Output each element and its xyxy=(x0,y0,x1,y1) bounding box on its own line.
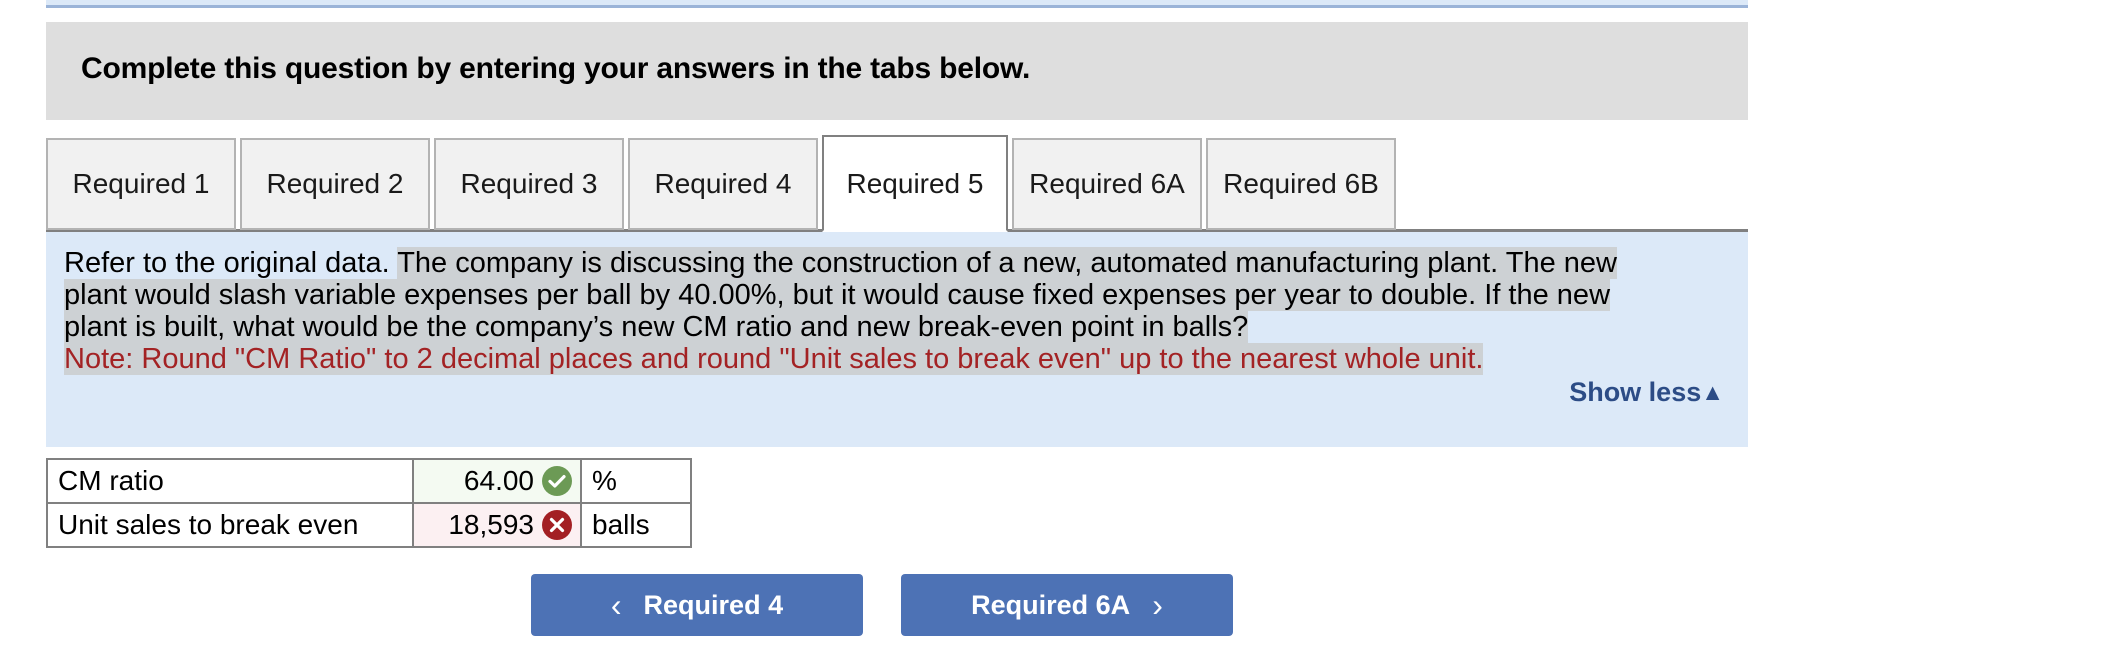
answer-value-text: 64.00 xyxy=(463,465,534,496)
tab-required-1[interactable]: Required 1 xyxy=(46,138,236,230)
next-required-button[interactable]: Required 6A › xyxy=(901,574,1233,636)
chevron-right-icon: › xyxy=(1152,587,1163,623)
question-line-2: plant would slash variable expenses per … xyxy=(64,279,1730,311)
tab-required-6b[interactable]: Required 6B xyxy=(1206,138,1396,230)
answer-unit-cm-ratio: % xyxy=(580,458,692,504)
answer-label-unit-sales: Unit sales to break even xyxy=(46,502,414,548)
check-circle-icon xyxy=(542,466,572,496)
tab-label: Required 4 xyxy=(654,168,792,199)
instruction-text: Complete this question by entering your … xyxy=(81,52,1031,85)
previous-required-label: Required 4 xyxy=(643,589,784,620)
tab-required-3[interactable]: Required 3 xyxy=(434,138,624,230)
question-line-3: plant is built, what would be the compan… xyxy=(64,311,1730,343)
tab-label: Required 5 xyxy=(846,167,984,199)
question-text-block: Refer to the original data. The company … xyxy=(64,247,1730,375)
tab-label: Required 6A xyxy=(1029,168,1185,199)
tab-label: Required 3 xyxy=(460,168,598,199)
tab-label: Required 2 xyxy=(266,168,404,199)
question-panel: Refer to the original data. The company … xyxy=(46,232,1748,447)
answer-unit-unit-sales: balls xyxy=(580,502,692,548)
tab-required-6a[interactable]: Required 6A xyxy=(1012,138,1202,230)
chevron-left-icon: ‹ xyxy=(610,587,622,623)
previous-required-button[interactable]: ‹ Required 4 xyxy=(531,574,863,636)
table-row: CM ratio 64.00 % xyxy=(46,458,692,504)
answer-label-cm-ratio: CM ratio xyxy=(46,458,414,504)
question-line-1: Refer to the original data. The company … xyxy=(64,247,1730,279)
x-circle-icon xyxy=(542,510,572,540)
question-line-3-highlight: plant is built, what would be the compan… xyxy=(64,311,1249,343)
question-line-2-highlight: plant would slash variable expenses per … xyxy=(64,279,1611,311)
show-less-label: Show less xyxy=(1569,377,1702,407)
question-note: Note: Round "CM Ratio" to 2 decimal plac… xyxy=(64,343,1730,375)
answer-value-cm-ratio[interactable]: 64.00 xyxy=(412,458,582,504)
question-line-1-plain: Refer to the original data. xyxy=(64,247,398,279)
question-note-highlight: Note: Round "CM Ratio" to 2 decimal plac… xyxy=(64,343,1484,375)
caret-up-icon: ▲ xyxy=(1701,379,1724,405)
show-less-link[interactable]: Show less▲ xyxy=(1569,377,1724,408)
next-required-label: Required 6A xyxy=(971,589,1131,620)
tab-label: Required 6B xyxy=(1223,168,1379,199)
instruction-banner: Complete this question by entering your … xyxy=(46,22,1748,120)
tab-required-2[interactable]: Required 2 xyxy=(240,138,430,230)
tab-label: Required 1 xyxy=(72,168,210,199)
table-row: Unit sales to break even 18,593 balls xyxy=(46,502,692,548)
question-line-1-highlight: The company is discussing the constructi… xyxy=(397,247,1617,279)
panel-top-strip xyxy=(46,0,1748,8)
answer-value-text: 18,593 xyxy=(448,509,534,540)
answer-value-unit-sales[interactable]: 18,593 xyxy=(412,502,582,548)
tab-strip: Required 1 Required 2 Required 3 Require… xyxy=(46,135,1748,232)
tab-required-4[interactable]: Required 4 xyxy=(628,138,818,230)
tab-required-5[interactable]: Required 5 xyxy=(822,135,1008,232)
answer-table: CM ratio 64.00 % Unit sales to break eve… xyxy=(46,458,692,548)
